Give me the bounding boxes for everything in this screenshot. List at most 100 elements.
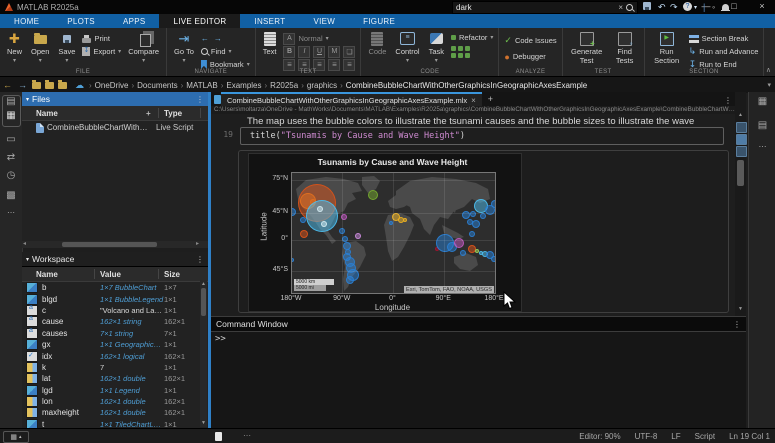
help-icon[interactable]: ? [683,2,692,11]
files-menu-icon[interactable] [196,94,204,104]
bold-button[interactable]: B [283,46,295,58]
data-bubble[interactable] [470,211,476,217]
status-dot-icon[interactable]: ◦ [712,2,715,12]
text-button[interactable]: Text [261,30,279,57]
workspace-row[interactable]: c "Volcano and Lan... 1×1 [22,305,208,316]
add-column-icon[interactable]: + [146,109,151,118]
command-prompt[interactable]: >> [215,334,226,344]
code-tool-icon[interactable] [451,46,456,51]
code-tool-icon[interactable] [451,53,456,58]
help-dropdown-icon[interactable]: ▾ [694,4,697,11]
more-format-button[interactable]: ❏ [343,46,355,58]
up-folder-icon[interactable] [58,82,67,89]
ribbon-tab[interactable]: VIEW [299,14,349,28]
files-hscrollbar[interactable]: ◂▸ [22,241,200,248]
data-bubble[interactable] [368,190,378,200]
save-button[interactable]: Save [56,30,77,65]
generate-test-button[interactable]: Generate Test [568,30,606,66]
workspace-row[interactable]: lon 162×1 double 162×1 [22,396,208,407]
output-inline-icon[interactable] [736,146,747,157]
code-issues-button[interactable]: ✓Code Issues [504,35,556,46]
ribbon-tab[interactable]: HOME [0,14,53,28]
workspace-menu-icon[interactable] [196,254,204,264]
column-name[interactable]: Name [22,270,58,279]
breadcrumb-item[interactable]: MATLAB [186,81,217,90]
collapse-panel-icon[interactable]: ▾ [26,96,29,103]
data-bubble[interactable] [469,231,475,237]
column-value[interactable]: Value [100,270,121,279]
data-bubble[interactable] [300,217,306,223]
code-line[interactable]: title("Tsunamis by Cause and Wave Height… [241,131,465,141]
workspace-row[interactable]: gx 1×1 GeographicA... 1×1 [22,339,208,350]
data-bubble[interactable] [403,218,407,222]
workspace-row[interactable]: lgd 1×1 Legend 1×1 [22,385,208,396]
sections-panel-icon[interactable]: ▦ [749,96,775,107]
clear-search-icon[interactable]: × [615,3,626,12]
data-bubble[interactable] [300,230,308,238]
workspace-panel-header[interactable]: ▾ Workspace [22,252,208,267]
search-box[interactable]: × [452,1,638,14]
file-row[interactable]: CombineBubbleChartWithO... Live Script [22,121,208,134]
compare-button[interactable]: Compare [126,30,161,65]
code-tool-icon[interactable] [465,46,470,51]
map-plot-area[interactable]: 5000 km 5000 mi Esri, TomTom, FAO, NOAA,… [291,172,496,294]
open-button[interactable]: Open [29,30,51,65]
file-type[interactable]: Script [695,432,715,441]
ribbon-tab[interactable]: FIGURE [349,14,409,28]
line-ending[interactable]: LF [671,432,680,441]
status-more-icon[interactable]: ⋯ [243,431,251,440]
workspace-row[interactable]: lat 162×1 double 162×1 [22,373,208,384]
close-button[interactable]: × [749,0,775,14]
editor-scrollbar[interactable]: ▲ ▼ [735,92,746,316]
properties-panel-icon[interactable]: ▤ [749,120,775,131]
more-panels-icon[interactable]: ⋯ [0,208,22,217]
text-style-select[interactable]: ANormal▾ [283,33,355,44]
control-button[interactable]: ≡Control [393,30,421,65]
hide-code-icon[interactable] [736,134,747,145]
italic-button[interactable]: I [298,46,310,58]
code-tool-icon[interactable] [465,53,470,58]
ribbon-tab[interactable]: APPS [109,14,160,28]
data-bubble[interactable] [491,200,496,208]
files-panel-icon[interactable]: ▤ [0,96,22,107]
code-block[interactable]: title("Tsunamis by Cause and Wave Height… [240,127,724,145]
breadcrumb-item[interactable]: OneDrive [95,81,129,90]
layout-button[interactable]: ▦ [3,431,29,443]
new-folder-icon[interactable] [32,82,41,89]
breadcrumb-item[interactable]: R2025a [270,81,298,90]
task-button[interactable]: Task [427,30,446,65]
underline-button[interactable]: U [313,46,325,58]
document-bar-icon[interactable] [214,95,221,104]
command-window-menu-icon[interactable] [733,319,741,329]
community-panel-icon[interactable]: ▩ [0,190,22,201]
goto-button[interactable]: ⇥Go To [172,30,196,65]
outline-icon[interactable] [736,122,747,133]
workspace-row[interactable]: k 7 1×1 [22,362,208,373]
column-size[interactable]: Size [164,270,180,279]
code-button[interactable]: Code [366,30,388,57]
new-tab-button[interactable]: + [482,92,499,106]
breadcrumb-forward-icon[interactable]: → [18,80,27,90]
close-tab-icon[interactable] [471,96,476,105]
data-bubble[interactable] [306,200,338,232]
find-button[interactable]: Find▾ [201,46,250,57]
debugger-button[interactable]: ●Debugger [504,51,556,62]
breadcrumb-item[interactable]: graphics [307,81,337,90]
editor-content[interactable]: The map uses the bubble colors to illust… [211,114,735,316]
column-type[interactable]: Type [164,109,182,118]
data-bubble[interactable] [480,213,486,219]
section-break-button[interactable]: Section Break [689,33,759,44]
status-file-icon[interactable] [215,432,222,441]
code-tool-icon[interactable] [458,53,463,58]
command-window-header[interactable]: Command Window [211,316,746,332]
print-button[interactable]: Print [82,33,121,44]
ribbon-tab[interactable]: PLOTS [53,14,109,28]
breadcrumb-item[interactable]: Examples [226,81,261,90]
toolbox-panel-icon[interactable]: ▭ [0,134,22,145]
files-column-header[interactable]: Name + Type [22,106,208,121]
breadcrumb-dropdown-icon[interactable]: ▾ [767,81,771,89]
notifications-bell-icon[interactable] [722,2,729,12]
data-bubble[interactable] [491,256,496,262]
history-panel-icon[interactable]: ◷ [0,170,22,181]
redo-icon[interactable]: ↷ [670,2,678,13]
